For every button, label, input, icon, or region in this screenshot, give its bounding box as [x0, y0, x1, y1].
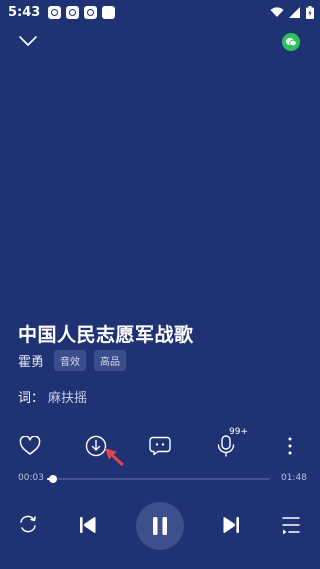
quality-tag[interactable]: 高品	[94, 350, 127, 371]
artist-name[interactable]: 霍勇	[18, 351, 44, 370]
lyricist-row: 词： 麻扶摇	[18, 387, 87, 406]
pause-icon	[153, 517, 167, 535]
pointer-arrow-icon	[104, 447, 126, 471]
previous-track-icon[interactable]	[79, 516, 97, 534]
chevron-down-icon[interactable]	[18, 32, 38, 51]
notification-icon	[102, 5, 116, 19]
total-time: 01:48	[281, 473, 307, 483]
playlist-icon[interactable]	[282, 516, 300, 534]
progress-row: 00:03 01:48	[0, 472, 320, 486]
progress-track[interactable]	[47, 475, 270, 483]
sound-effect-tag[interactable]: 音效	[54, 350, 87, 371]
pause-button[interactable]	[136, 502, 184, 550]
battery-icon	[306, 5, 314, 19]
playback-controls	[0, 502, 320, 550]
comment-icon[interactable]	[146, 432, 174, 460]
notification-icon	[84, 5, 98, 19]
status-bar: 5:43	[0, 0, 320, 24]
status-time: 5:43	[8, 4, 41, 20]
signal-icon	[289, 6, 301, 18]
more-options-icon[interactable]	[276, 432, 304, 460]
elapsed-time: 00:03	[18, 473, 44, 483]
notification-icon	[48, 5, 62, 19]
microphone-icon[interactable]: 99+	[212, 427, 248, 460]
song-title: 中国人民志愿军战歌	[18, 324, 194, 346]
action-row: 99+	[0, 427, 320, 462]
repeat-icon[interactable]	[17, 514, 39, 534]
comment-count-badge: 99+	[229, 427, 248, 437]
player-top-bar	[0, 30, 320, 54]
notification-icon	[66, 5, 80, 19]
lyricist-label: 词：	[18, 391, 45, 406]
wechat-share-icon[interactable]	[282, 33, 300, 51]
lyricist-name[interactable]: 麻扶摇	[48, 391, 87, 406]
next-track-icon[interactable]	[222, 516, 240, 534]
wifi-icon	[270, 6, 284, 18]
progress-thumb[interactable]	[49, 475, 58, 483]
heart-icon[interactable]	[16, 432, 44, 460]
artist-row: 霍勇 音效 高品	[18, 350, 134, 371]
